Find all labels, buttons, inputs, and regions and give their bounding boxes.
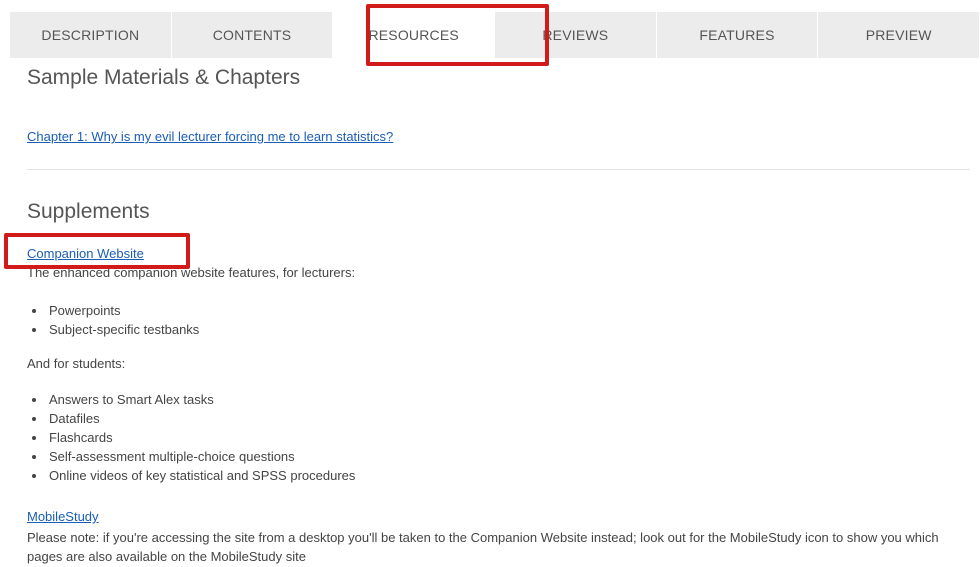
list-item: Subject-specific testbanks bbox=[47, 320, 199, 339]
list-item: Flashcards bbox=[47, 428, 355, 447]
tab-features[interactable]: FEATURES bbox=[656, 12, 819, 58]
companion-description: The enhanced companion website features,… bbox=[27, 265, 356, 280]
chapter-1-link[interactable]: Chapter 1: Why is my evil lecturer forci… bbox=[27, 129, 393, 144]
tab-preview[interactable]: PREVIEW bbox=[818, 12, 980, 58]
list-item: Self-assessment multiple-choice question… bbox=[47, 447, 355, 466]
lecturer-features-list: Powerpoints Subject-specific testbanks bbox=[27, 301, 199, 339]
tab-bar: DESCRIPTION CONTENTS RESOURCES REVIEWS F… bbox=[10, 12, 980, 58]
list-item: Answers to Smart Alex tasks bbox=[47, 390, 355, 409]
tab-description[interactable]: DESCRIPTION bbox=[10, 12, 172, 58]
list-item: Datafiles bbox=[47, 409, 355, 428]
companion-website-link[interactable]: Companion Website bbox=[27, 246, 144, 261]
supplements-heading: Supplements bbox=[27, 200, 150, 223]
section-divider bbox=[27, 169, 970, 170]
tab-reviews[interactable]: REVIEWS bbox=[495, 12, 657, 58]
tab-contents[interactable]: CONTENTS bbox=[171, 12, 334, 58]
list-item: Online videos of key statistical and SPS… bbox=[47, 466, 355, 485]
resources-panel: Sample Materials & Chapters Chapter 1: W… bbox=[27, 64, 972, 564]
list-item: Powerpoints bbox=[47, 301, 199, 320]
mobilestudy-note: Please note: if you're accessing the sit… bbox=[27, 530, 939, 564]
sample-materials-heading: Sample Materials & Chapters bbox=[27, 66, 301, 89]
students-label: And for students: bbox=[27, 356, 126, 371]
mobilestudy-link[interactable]: MobileStudy bbox=[27, 509, 99, 524]
tab-resources[interactable]: RESOURCES bbox=[333, 12, 496, 58]
student-features-list: Answers to Smart Alex tasks Datafiles Fl… bbox=[27, 390, 355, 485]
page: DESCRIPTION CONTENTS RESOURCES REVIEWS F… bbox=[0, 0, 980, 567]
